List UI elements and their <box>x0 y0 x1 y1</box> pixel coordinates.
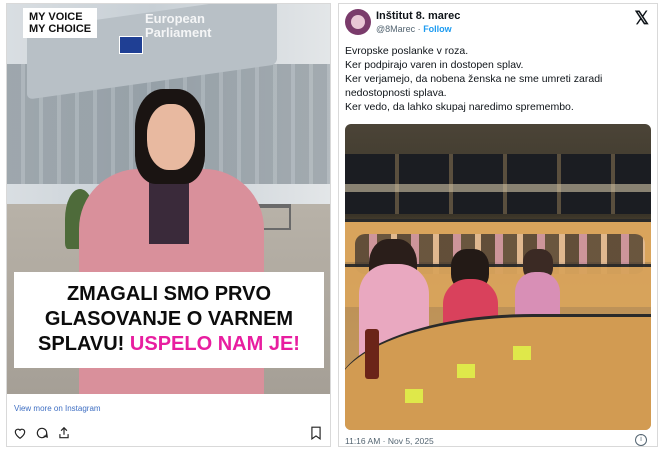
author-handle[interactable]: @8Marec <box>376 24 415 34</box>
building-sign-line1: European <box>145 11 205 26</box>
instagram-embed: European Parliament MY VOICE MY CHOICE Z… <box>6 3 331 447</box>
x-logo-icon[interactable]: 𝕏 <box>634 8 649 29</box>
author-name[interactable]: Inštitut 8. marec <box>376 10 460 22</box>
brand-line1: MY VOICE <box>29 11 83 23</box>
instagram-footer: View more on Instagram <box>7 394 330 446</box>
brand-logo: MY VOICE MY CHOICE <box>23 8 98 38</box>
tweet-timestamp[interactable]: 11:16 AM · Nov 5, 2025 <box>345 436 434 446</box>
author-meta: @8Marec · Follow <box>376 24 452 34</box>
tweet-text: Evropske poslanke v roza. Ker podpirajo … <box>345 44 650 114</box>
name-tag <box>513 346 531 360</box>
action-bar <box>13 426 71 440</box>
tweet-line: Ker vedo, da lahko skupaj naredimo sprem… <box>345 101 574 113</box>
view-more-link[interactable]: View more on Instagram <box>14 404 101 413</box>
heart-icon[interactable] <box>13 426 27 440</box>
bookmark-icon[interactable] <box>310 426 322 440</box>
tweet-line: Ker verjamejo, da nobena ženska ne sme u… <box>345 73 603 99</box>
headline-box: ZMAGALI SMO PRVO GLASOVANJE O VARNEM SPL… <box>14 272 324 368</box>
person-face <box>147 104 195 170</box>
tweet-line: Evropske poslanke v roza. <box>345 45 469 57</box>
building-sign-line2: Parliament <box>145 25 212 40</box>
name-tag <box>457 364 475 378</box>
name-tag <box>405 389 423 403</box>
tweet-photo[interactable] <box>345 124 651 430</box>
water-bottle <box>365 329 379 379</box>
avatar[interactable] <box>345 9 371 35</box>
booth-light <box>345 184 651 192</box>
tweet-embed: Inštitut 8. marec @8Marec · Follow 𝕏 Evr… <box>338 3 658 447</box>
instagram-photo[interactable]: European Parliament MY VOICE MY CHOICE Z… <box>7 4 330 394</box>
person-shirt <box>149 174 189 244</box>
follow-button[interactable]: Follow <box>423 24 452 34</box>
comment-icon[interactable] <box>35 426 49 440</box>
share-icon[interactable] <box>57 426 71 440</box>
brand-line2: MY CHOICE <box>29 23 92 35</box>
eu-flag-icon <box>119 36 143 54</box>
info-icon[interactable]: i <box>635 434 647 446</box>
tweet-line: Ker podpirajo varen in dostopen splav. <box>345 59 524 71</box>
meta-separator: · <box>417 24 421 34</box>
headline-accent-text: USPELO NAM JE! <box>129 333 300 355</box>
building-sign: European Parliament <box>145 12 211 40</box>
